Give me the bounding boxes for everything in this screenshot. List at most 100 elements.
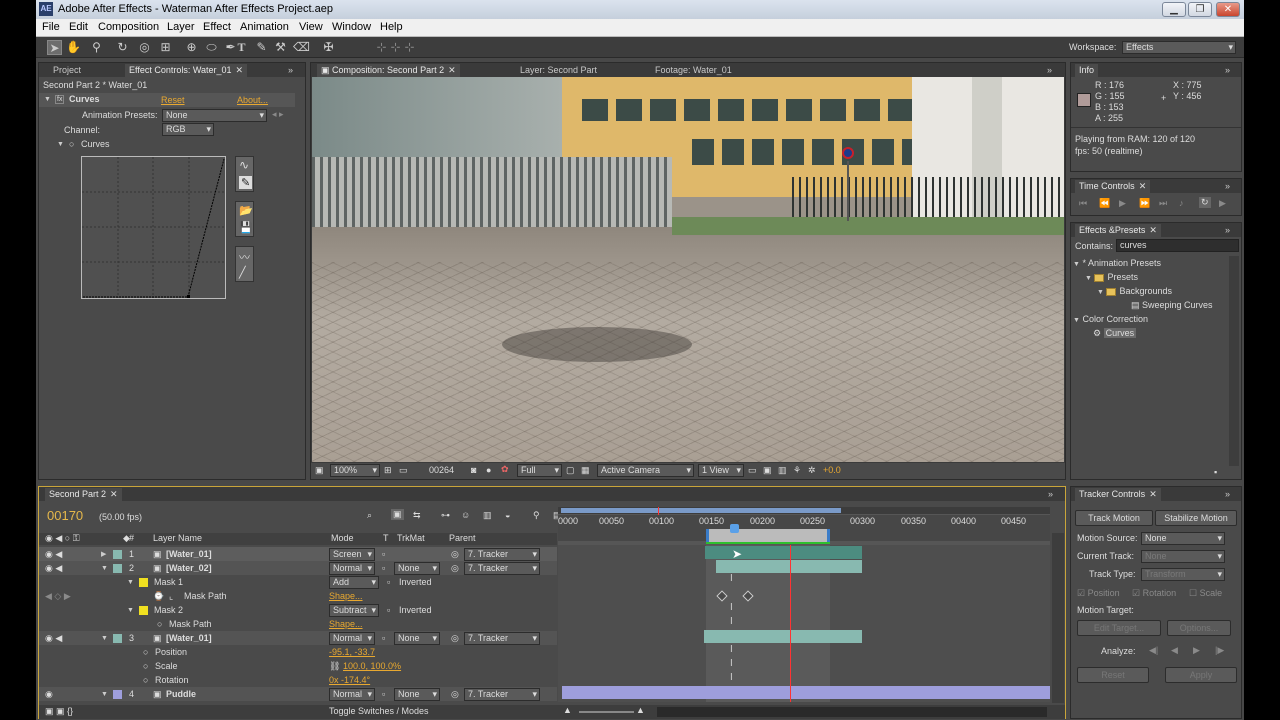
layer-name[interactable]: [Water_01] bbox=[166, 547, 212, 561]
layer-bar-1[interactable] bbox=[705, 546, 862, 559]
close-tab-icon[interactable]: ✕ bbox=[110, 489, 118, 499]
audio-icon[interactable]: ♪ bbox=[1179, 198, 1184, 208]
mask-row[interactable]: ▼ Mask 1 Add ▫ Inverted bbox=[39, 575, 557, 589]
layer-row[interactable]: ◉ ◀ ▼ 3 ▣ [Water_01] Normal ▫ None ◎ 7. … bbox=[39, 631, 557, 645]
tree-animation-presets[interactable]: ▼ * Animation Presets bbox=[1073, 256, 1229, 270]
tab-composition[interactable]: ▣ Composition: Second Part 2 ✕ bbox=[317, 64, 460, 77]
parent-dropdown[interactable]: 7. Tracker bbox=[464, 562, 540, 575]
menu-effect[interactable]: Effect bbox=[203, 21, 231, 33]
parent-pickwhip-icon[interactable]: ◎ bbox=[451, 687, 459, 701]
ram-preview-icon[interactable]: ▶ bbox=[1219, 198, 1226, 209]
label-color[interactable] bbox=[113, 550, 122, 559]
expand-effect-icon[interactable]: ▼ bbox=[44, 96, 51, 103]
tree-backgrounds[interactable]: ▼ Backgrounds bbox=[1073, 284, 1229, 298]
timeline-scrollbar[interactable] bbox=[1052, 533, 1064, 703]
open-curve-icon[interactable]: 📂 bbox=[239, 204, 253, 217]
mask-name[interactable]: Mask 2 bbox=[154, 603, 183, 617]
graph-icon[interactable]: ⌞ bbox=[169, 589, 173, 603]
layer-row[interactable]: ◉ ◀ ▼ 2 ▣ [Water_02] Normal ▫ None ◎ 7. … bbox=[39, 561, 557, 575]
resolution-dropdown[interactable]: Full bbox=[517, 464, 562, 477]
close-tab-icon[interactable]: ✕ bbox=[1139, 181, 1147, 191]
panel-menu-icon[interactable]: » bbox=[1044, 488, 1057, 501]
property-row[interactable]: ○ Scale ⛓ 100.0, 100.0% bbox=[39, 659, 557, 673]
brush-tool-icon[interactable]: ✎ bbox=[254, 40, 269, 55]
clone-stamp-tool-icon[interactable]: ⚒ bbox=[273, 40, 288, 55]
ram-preview-range[interactable] bbox=[706, 529, 830, 543]
minimize-button[interactable]: ▁ bbox=[1162, 2, 1186, 17]
options-button[interactable]: Options... bbox=[1167, 620, 1231, 636]
panel-menu-icon[interactable]: » bbox=[284, 64, 297, 77]
scale-checkbox[interactable]: ☐ Scale bbox=[1189, 588, 1222, 599]
tab-layer[interactable]: Layer: Second Part bbox=[516, 64, 601, 77]
expand-icon[interactable]: ▶ bbox=[101, 548, 106, 562]
play-icon[interactable]: ▶ bbox=[1119, 198, 1126, 209]
collapse-icon[interactable]: ▼ bbox=[127, 604, 134, 618]
panel-menu-icon[interactable]: » bbox=[1221, 488, 1234, 501]
menu-animation[interactable]: Animation bbox=[240, 21, 289, 33]
label-color[interactable] bbox=[113, 634, 122, 643]
tab-time-controls[interactable]: Time Controls ✕ bbox=[1075, 180, 1151, 193]
toggle-pixel-aspect-icon[interactable]: ▭ bbox=[748, 465, 757, 476]
curve-mode-icon[interactable]: ∿ bbox=[239, 158, 249, 172]
puppet-pin-tool-icon[interactable]: ✠ bbox=[321, 40, 336, 55]
show-snapshot-icon[interactable]: ● bbox=[486, 465, 491, 475]
curves-graph[interactable] bbox=[81, 156, 226, 299]
property-value[interactable]: Shape... bbox=[329, 589, 363, 603]
tab-info[interactable]: Info bbox=[1075, 64, 1099, 77]
motion-blur-icon[interactable]: ◒ bbox=[505, 510, 510, 520]
region-of-interest-icon[interactable]: ▢ bbox=[566, 465, 575, 476]
layer-row[interactable]: ◉ ▼ 4 ▣ Puddle Normal ▫ None ◎ 7. Tracke… bbox=[39, 687, 557, 701]
composition-viewer[interactable] bbox=[312, 77, 1064, 462]
property-row[interactable]: ◀ ◇ ▶ ⌚ ⌞ Mask Path Shape... bbox=[39, 589, 557, 603]
camera-view-dropdown[interactable]: Active Camera bbox=[597, 464, 694, 477]
tree-color-correction[interactable]: ▼ Color Correction bbox=[1073, 312, 1229, 326]
label-color[interactable] bbox=[113, 564, 122, 573]
mask-shape-tool-icon[interactable]: ⬭ bbox=[204, 40, 219, 55]
mask-row[interactable]: ▼ Mask 2 Subtract ▫ Inverted bbox=[39, 603, 557, 617]
trkmat-dropdown[interactable]: None bbox=[394, 688, 440, 701]
mask-name[interactable]: Mask 1 bbox=[154, 575, 183, 589]
preserve-transparency-box[interactable]: ▫ bbox=[382, 631, 385, 645]
close-tab-icon[interactable]: ✕ bbox=[1149, 489, 1157, 499]
property-row[interactable]: ○ Position -95.1, -33.7 bbox=[39, 645, 557, 659]
stabilize-motion-button[interactable]: Stabilize Motion bbox=[1155, 510, 1237, 526]
fast-previews-icon[interactable]: ▣ bbox=[763, 465, 772, 476]
rotate-tool-icon[interactable]: ↻ bbox=[115, 40, 130, 55]
tab-effect-controls[interactable]: Effect Controls: Water_01 ✕ bbox=[125, 64, 248, 77]
menu-help[interactable]: Help bbox=[380, 21, 403, 33]
panel-menu-icon[interactable]: » bbox=[1043, 64, 1056, 77]
panel-menu-icon[interactable]: » bbox=[1221, 180, 1234, 193]
parent-dropdown[interactable]: 7. Tracker bbox=[464, 688, 540, 701]
world-axis-mode-icon[interactable]: ⊹ bbox=[388, 40, 403, 55]
mask-mode-dropdown[interactable]: Add bbox=[329, 576, 379, 589]
track-motion-button[interactable]: Track Motion bbox=[1075, 510, 1153, 526]
zoom-slider[interactable] bbox=[579, 711, 634, 713]
close-button[interactable]: ✕ bbox=[1216, 2, 1240, 17]
tree-curves[interactable]: ⚙ Curves bbox=[1073, 326, 1229, 340]
analyze-backward-icon[interactable]: ◀ bbox=[1171, 645, 1178, 656]
collapse-icon[interactable]: ▼ bbox=[101, 562, 108, 576]
always-preview-icon[interactable]: ▣ bbox=[315, 465, 324, 476]
zoom-tool-icon[interactable]: ⚲ bbox=[89, 40, 104, 55]
constrain-proportions-icon[interactable]: ⛓ bbox=[329, 659, 340, 673]
close-tab-icon[interactable]: ✕ bbox=[236, 65, 244, 75]
transparency-grid-icon[interactable]: ▦ bbox=[581, 465, 590, 476]
tab-timeline[interactable]: Second Part 2 ✕ bbox=[45, 488, 122, 501]
menu-window[interactable]: Window bbox=[332, 21, 371, 33]
inverted-checkbox[interactable]: ▫ bbox=[387, 603, 390, 617]
loop-icon[interactable]: ↻ bbox=[1199, 197, 1211, 208]
parent-dropdown[interactable]: 7. Tracker bbox=[464, 548, 540, 561]
pan-behind-tool-icon[interactable]: ⊕ bbox=[184, 40, 199, 55]
footer-toggle-icons[interactable]: ▣ ▣ {} bbox=[45, 706, 73, 717]
workspace-dropdown[interactable]: Effects bbox=[1122, 41, 1236, 54]
layer-name[interactable]: [Water_01] bbox=[166, 631, 212, 645]
brainstorm-icon[interactable]: ⚲ bbox=[533, 510, 540, 521]
keyframe-nav-icon[interactable]: ◀ ◇ ▶ bbox=[45, 589, 71, 603]
channel-icon[interactable]: ✿ bbox=[501, 464, 509, 475]
animation-presets-dropdown[interactable]: None bbox=[162, 109, 267, 122]
current-time[interactable]: 00264 bbox=[429, 465, 454, 475]
parent-pickwhip-icon[interactable]: ◎ bbox=[451, 631, 459, 645]
timeline-timecode[interactable]: 00170 bbox=[47, 508, 83, 523]
toggle-switches-modes[interactable]: Toggle Switches / Modes bbox=[329, 706, 429, 716]
mask-mode-dropdown[interactable]: Subtract bbox=[329, 604, 379, 617]
